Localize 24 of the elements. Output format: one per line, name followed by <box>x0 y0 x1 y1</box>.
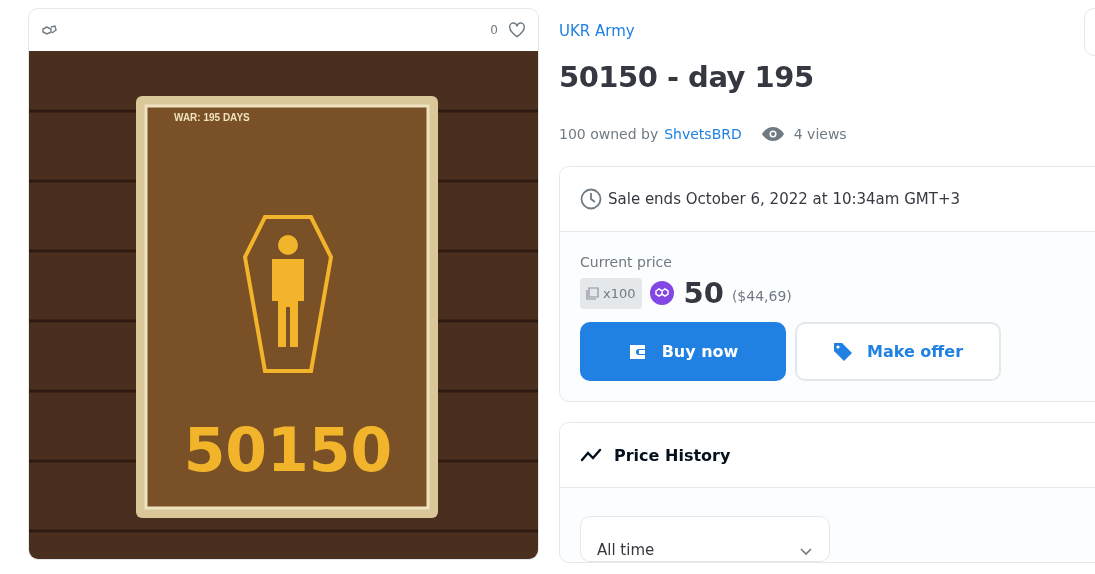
chain-link-icon <box>41 24 57 36</box>
quantity-badge: x100 <box>580 277 642 309</box>
price: 50 <box>683 276 724 310</box>
wallet-icon <box>627 342 648 361</box>
sale-end-text: Sale ends October 6, 2022 at 10:34am GMT+3 <box>608 190 961 208</box>
owned-text: 100 owned by <box>559 126 659 142</box>
heart-icon[interactable] <box>508 22 526 38</box>
clock-icon <box>580 188 602 210</box>
nft-artwork-drawing: WAR: 195 DAYS 50150 <box>29 51 538 559</box>
period-dropdown[interactable]: All time <box>580 516 830 562</box>
token-icon <box>649 281 674 305</box>
tag-icon <box>832 341 853 362</box>
price-label: Current price <box>580 254 673 270</box>
view-count: 4 views <box>793 126 847 142</box>
eye-icon <box>761 127 784 141</box>
fiat-price: ($44,69) <box>731 288 792 304</box>
buy-now-button[interactable]: Buy now <box>580 322 786 381</box>
price-history-title: Price History <box>614 445 731 465</box>
make-offer-button[interactable]: Make offer <box>795 322 1001 381</box>
collection-link[interactable]: UKR Army <box>559 22 635 40</box>
item-title: 50150 - day 195 <box>559 60 815 94</box>
like-count: 0 <box>490 23 498 37</box>
line-chart-icon <box>580 448 602 462</box>
owner-link[interactable]: ShvetsBRD <box>664 126 742 142</box>
